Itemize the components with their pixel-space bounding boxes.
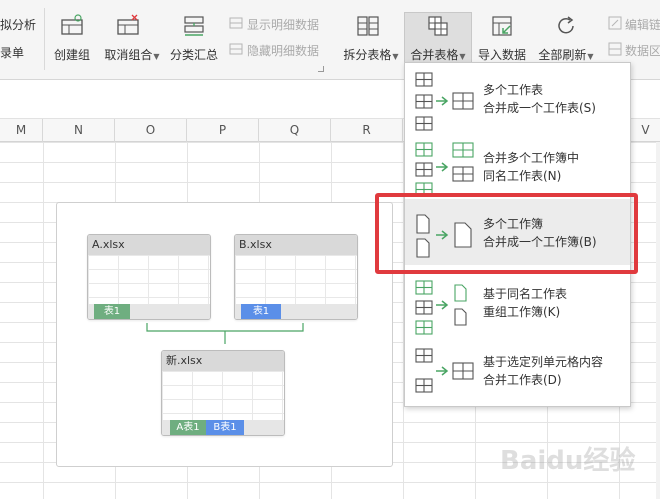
refresh-all-caret-icon: ▼ <box>587 52 594 61</box>
create-group-icon[interactable] <box>60 14 84 41</box>
split-table-label: 拆分表格 <box>343 48 392 62</box>
subtotal-icon[interactable] <box>182 14 206 41</box>
menu-item-merge-same-name-sheets[interactable]: 合并多个工作簿中 同名工作表(N) <box>405 133 630 199</box>
refresh-all-button[interactable]: 全部刷新▼ <box>534 46 598 63</box>
menu-item-merge-same-name-line1: 合并多个工作簿中 <box>483 151 580 165</box>
column-header-o[interactable]: O <box>115 119 187 142</box>
subtotal-button[interactable]: 分类汇总 <box>168 46 220 63</box>
menu-item-merge-sheets-line2: 合并成一个工作表(S) <box>483 101 596 115</box>
ungroup-icon[interactable] <box>116 14 140 41</box>
refresh-all-label: 全部刷新 <box>538 48 587 62</box>
merge-table-label: 合并表格 <box>410 48 459 62</box>
hide-detail-icon <box>229 42 243 59</box>
ribbon-separator <box>44 8 45 70</box>
menu-item-reorganize-line1: 基于同名工作表 <box>483 287 568 301</box>
column-header-q[interactable]: Q <box>259 119 331 142</box>
merge-table-icon <box>426 14 450 41</box>
ribbon-partial-label-1[interactable]: 拟分析 <box>0 16 36 33</box>
column-header-p[interactable]: P <box>187 119 259 142</box>
ungroup-label: 取消组合 <box>104 48 153 62</box>
workbook-new-sheet-tab-b: B表1 <box>206 420 244 435</box>
ribbon-partial-label-2[interactable]: 录单 <box>0 44 24 61</box>
highlight-annotation-box <box>375 193 638 274</box>
column-header-r[interactable]: R <box>331 119 403 142</box>
reorganize-workbooks-icon <box>415 275 479 338</box>
edit-links-button[interactable]: 编辑链 <box>625 16 660 33</box>
workbook-new-title: 新.xlsx <box>162 351 284 371</box>
group-settings-launcher-icon[interactable] <box>318 66 324 72</box>
menu-item-merge-same-name-line2: 同名工作表(N) <box>483 169 562 183</box>
menu-item-merge-by-column-line2: 合并工作表(D) <box>483 373 562 387</box>
merge-table-label-wrap: 合并表格▼ <box>404 46 472 63</box>
split-table-caret-icon: ▼ <box>392 52 399 61</box>
merge-same-name-sheets-icon <box>415 137 479 200</box>
ungroup-button[interactable]: 取消组合▼ <box>100 46 164 63</box>
merge-sheets-icon <box>415 71 479 134</box>
import-data-button[interactable]: 导入数据 <box>476 46 528 63</box>
workbook-new: 新.xlsx A表1 B表1 <box>161 350 285 436</box>
menu-item-reorganize-workbooks[interactable]: 基于同名工作表 重组工作簿(K) <box>405 271 630 337</box>
merge-table-caret-icon: ▼ <box>459 52 466 61</box>
baidu-watermark: Baidu经验 <box>500 446 636 476</box>
edit-links-icon <box>608 16 622 33</box>
split-table-icon[interactable] <box>356 14 380 41</box>
menu-item-merge-sheets[interactable]: 多个工作表 合并成一个工作表(S) <box>405 67 630 133</box>
menu-item-reorganize-line2: 重组工作簿(K) <box>483 305 561 319</box>
menu-item-merge-by-column[interactable]: 基于选定列单元格内容 合并工作表(D) <box>405 337 630 403</box>
import-data-icon[interactable] <box>490 14 514 41</box>
column-header-v[interactable]: V <box>631 119 660 142</box>
show-detail-icon <box>229 16 243 33</box>
menu-item-merge-by-column-line1: 基于选定列单元格内容 <box>483 355 604 369</box>
menu-item-merge-sheets-line1: 多个工作表 <box>483 83 544 97</box>
split-table-button[interactable]: 拆分表格▼ <box>340 46 402 63</box>
merge-illustration: A.xlsx 表1 B.xlsx 表1 新.xlsx A表1 B表1 <box>56 202 393 467</box>
hide-detail-button[interactable]: 隐藏明细数据 <box>247 42 319 59</box>
data-area-icon <box>608 42 622 59</box>
merge-by-column-icon <box>415 341 479 404</box>
column-header-m[interactable]: M <box>0 119 43 142</box>
create-group-button[interactable]: 创建组 <box>52 46 92 63</box>
vertical-scrollbar[interactable] <box>656 142 660 499</box>
ungroup-caret-icon: ▼ <box>153 52 160 61</box>
data-area-button[interactable]: 数据区 <box>625 42 660 59</box>
column-header-n[interactable]: N <box>43 119 115 142</box>
show-detail-button[interactable]: 显示明细数据 <box>247 16 319 33</box>
refresh-icon[interactable] <box>554 14 578 41</box>
workbook-new-sheet-tab-a: A表1 <box>170 420 206 435</box>
